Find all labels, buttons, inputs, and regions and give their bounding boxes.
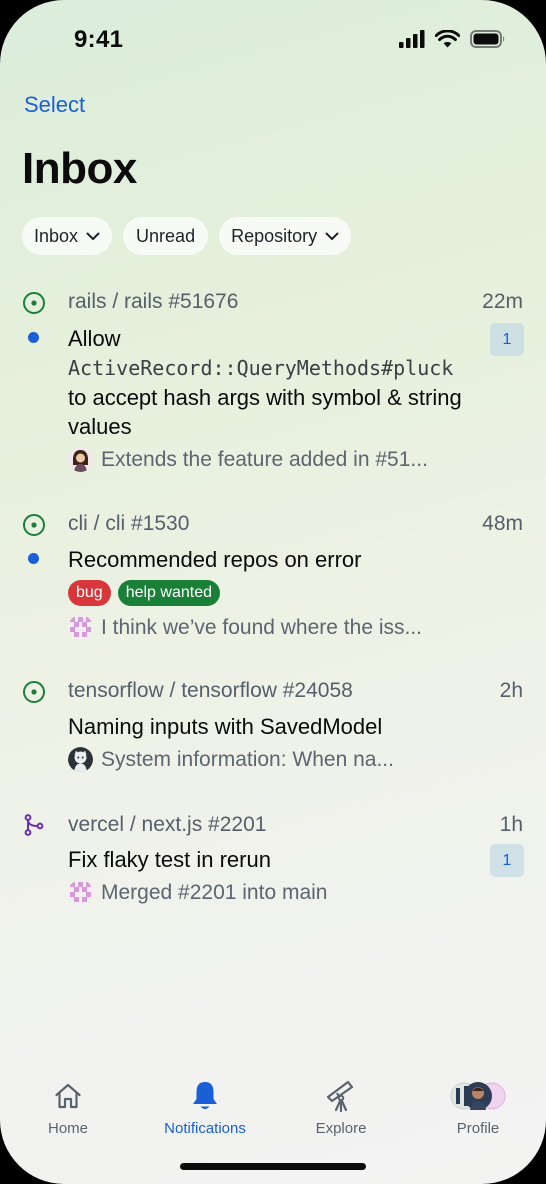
home-icon	[55, 1083, 81, 1109]
notification-title: Naming inputs with SavedModel	[68, 714, 383, 739]
status-time: 9:41	[74, 26, 124, 53]
filter-bar: Inbox Unread Repository	[22, 217, 352, 255]
label-bug[interactable]: bug	[68, 580, 111, 606]
snippet-text: Extends the feature added in #51...	[101, 447, 428, 471]
tab-label: Explore	[315, 1120, 367, 1137]
home-indicator	[180, 1163, 366, 1170]
notification-snippet: I think we’ve found where the iss...	[68, 615, 422, 640]
notification-title: Allow ActiveRecord::QueryMethods#pluck t…	[68, 324, 468, 441]
filter-repository-chip[interactable]: Repository	[219, 217, 352, 255]
notification-time: 1h	[499, 813, 523, 836]
phone-screen: 9:41 Select Inbox Inbox Unread Repositor…	[0, 0, 546, 1184]
issue-open-icon	[23, 514, 45, 536]
tab-label: Home	[47, 1120, 88, 1137]
notification-repo: rails / rails #51676	[68, 290, 239, 313]
unread-indicator	[28, 332, 39, 343]
pull-request-merged-icon	[24, 814, 44, 836]
avatar	[68, 447, 93, 472]
wifi-icon	[435, 30, 460, 48]
notification-repo: tensorflow / tensorflow #24058	[68, 679, 353, 702]
notification-time: 22m	[482, 290, 523, 313]
filter-unread-chip[interactable]: Unread	[123, 217, 209, 255]
issue-open-icon	[23, 292, 45, 314]
issue-open-icon	[23, 681, 45, 703]
snippet-text: Merged #2201 into main	[101, 880, 328, 904]
filter-inbox-chip[interactable]: Inbox	[22, 217, 113, 255]
notification-title: Recommended repos on error	[68, 547, 362, 572]
notification-snippet: Extends the feature added in #51...	[68, 447, 428, 472]
status-icons	[399, 30, 506, 48]
notification-time: 48m	[482, 512, 523, 535]
chevron-down-icon	[325, 232, 339, 240]
filter-label: Inbox	[34, 225, 79, 246]
battery-icon	[470, 30, 505, 48]
status-bar: 9:41	[0, 0, 546, 80]
label-list: bug help wanted	[68, 580, 220, 606]
notification-item[interactable]: rails / rails #51676 22m 1 Allow ActiveR…	[0, 286, 546, 486]
avatar	[68, 880, 93, 905]
tab-label: Notifications	[164, 1120, 246, 1137]
tab-bar: Home Notifications Explore Profile	[0, 1070, 546, 1150]
filter-label: Unread	[136, 225, 196, 246]
filter-label: Repository	[231, 225, 318, 246]
tab-explore[interactable]: Explore	[273, 1078, 409, 1137]
title-text: Allow	[68, 326, 121, 351]
chevron-down-icon	[86, 232, 100, 240]
notification-item[interactable]: vercel / next.js #2201 1h 1 Fix flaky te…	[0, 809, 546, 919]
tab-home[interactable]: Home	[0, 1078, 136, 1137]
notification-title: Fix flaky test in rerun	[68, 847, 271, 872]
notification-item[interactable]: tensorflow / tensorflow #24058 2h Naming…	[0, 675, 546, 785]
cellular-signal-icon	[399, 30, 425, 48]
avatar	[450, 1082, 506, 1110]
unread-indicator	[28, 553, 39, 564]
select-button[interactable]: Select	[24, 92, 85, 118]
page-title: Inbox	[22, 144, 137, 193]
label-help-wanted[interactable]: help wanted	[117, 580, 220, 606]
snippet-text: I think we’ve found where the iss...	[101, 615, 422, 639]
tab-notifications[interactable]: Notifications	[137, 1078, 273, 1137]
avatar	[68, 747, 93, 772]
tab-profile[interactable]: Profile	[410, 1078, 546, 1137]
title-code: ActiveRecord::QueryMethods#pluck	[68, 356, 454, 380]
tab-label: Profile	[456, 1120, 500, 1137]
notification-time: 2h	[499, 679, 523, 702]
notification-snippet: Merged #2201 into main	[68, 880, 327, 905]
notification-item[interactable]: cli / cli #1530 48m Recommended repos on…	[0, 508, 546, 658]
notification-repo: vercel / next.js #2201	[68, 813, 267, 836]
title-text: to accept hash args with symbol & string…	[68, 385, 462, 439]
bell-icon	[193, 1082, 217, 1109]
notification-snippet: System information: When na...	[68, 747, 394, 772]
comment-count-badge: 1	[490, 844, 524, 877]
telescope-icon	[326, 1080, 354, 1113]
notification-repo: cli / cli #1530	[68, 512, 190, 535]
snippet-text: System information: When na...	[101, 747, 394, 771]
avatar	[68, 615, 93, 640]
comment-count-badge: 1	[490, 323, 524, 356]
